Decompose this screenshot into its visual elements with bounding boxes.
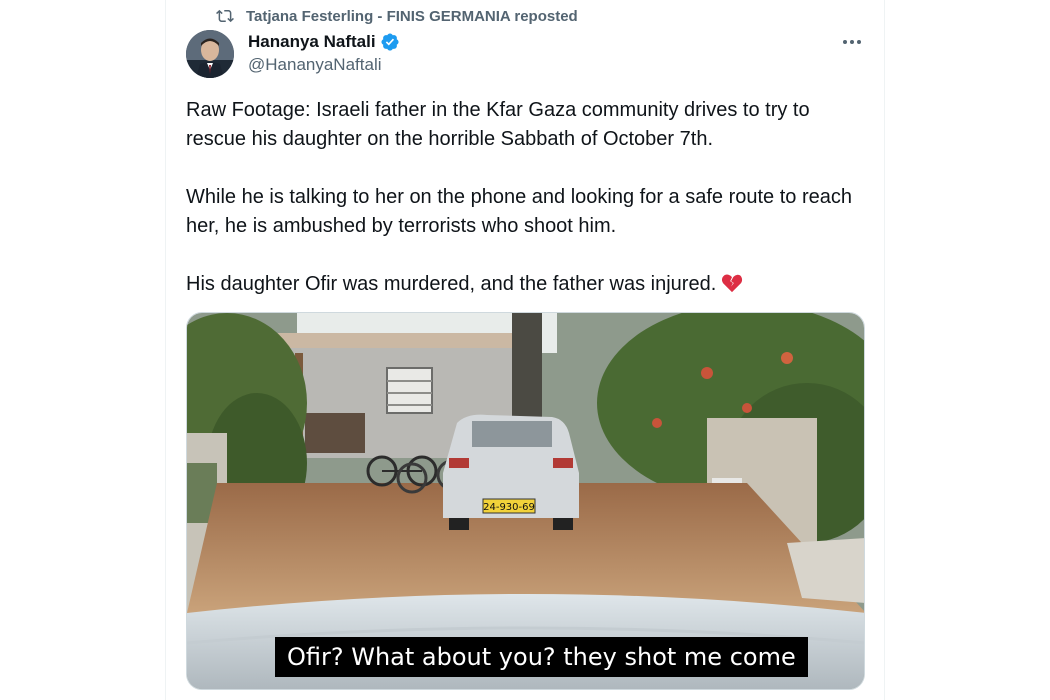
- broken-heart-icon: [722, 274, 743, 293]
- more-dot: [850, 40, 854, 44]
- repost-context[interactable]: Tatjana Festerling - FINIS GERMANIA repo…: [216, 6, 578, 26]
- author-name[interactable]: Hananya Naftali: [248, 32, 376, 52]
- tweet-paragraph-text: His daughter Ofir was murdered, and the …: [186, 273, 717, 295]
- license-plate: 24-930-69: [483, 502, 535, 513]
- author-handle[interactable]: @HananyaNaftali: [248, 55, 400, 75]
- avatar[interactable]: [186, 30, 234, 78]
- repost-label: Tatjana Festerling - FINIS GERMANIA repo…: [246, 7, 578, 25]
- more-options-button[interactable]: [840, 32, 864, 52]
- tweet-paragraph: Raw Footage: Israeli father in the Kfar …: [186, 99, 810, 150]
- repost-icon: [216, 9, 234, 23]
- tweet-paragraph: While he is talking to her on the phone …: [186, 186, 852, 237]
- video-media[interactable]: 24-930-69 Ofir? What about you? they sho…: [186, 312, 865, 690]
- more-dot: [857, 40, 861, 44]
- author-block: Hananya Naftali @HananyaNaftali: [248, 31, 400, 75]
- verified-badge-icon: [381, 33, 399, 51]
- timeline-column: Tatjana Festerling - FINIS GERMANIA repo…: [165, 0, 885, 700]
- video-subtitle: Ofir? What about you? they shot me come: [275, 637, 808, 677]
- tweet-text: Raw Footage: Israeli father in the Kfar …: [186, 96, 866, 299]
- video-frame: 24-930-69: [187, 313, 864, 689]
- tweet-paragraph-last: His daughter Ofir was murdered, and the …: [186, 270, 866, 299]
- more-horizontal-icon: [843, 40, 847, 44]
